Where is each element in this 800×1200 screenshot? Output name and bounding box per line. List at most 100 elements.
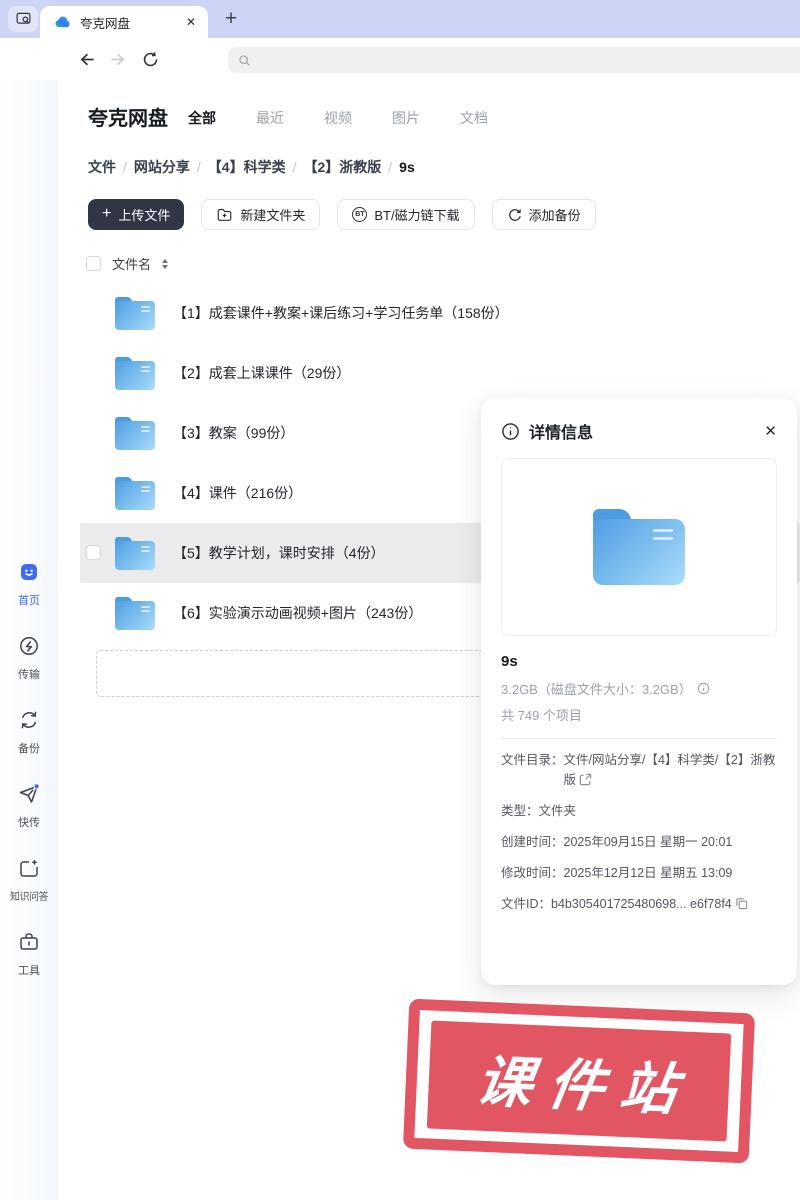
open-location-icon[interactable] [579, 773, 592, 786]
breadcrumb-separator: / [123, 159, 127, 175]
backup-sync-icon [21, 711, 37, 729]
tab-close-icon[interactable]: ✕ [186, 15, 196, 29]
folder-icon [115, 296, 155, 330]
breadcrumb-item[interactable]: 【4】科学类 [208, 157, 286, 177]
sidebar-item-quick-send[interactable]: 快传 [0, 782, 58, 830]
breadcrumb-separator: / [196, 159, 201, 175]
refresh-icon [143, 51, 157, 66]
details-panel: 详情信息 ✕ 9s 3.2GB（磁盘文件大小：3.2GB） 共 749 个项目 … [481, 398, 797, 985]
new-folder-button[interactable]: 新建文件夹 [201, 199, 321, 230]
sidebar-label: 快传 [18, 817, 40, 829]
folder-name: 【2】成套上课课件（29份） [173, 365, 351, 381]
paper-plane-icon [19, 783, 40, 803]
upload-file-button[interactable]: + 上传文件 [88, 199, 185, 230]
bt-label: BT/磁力链下载 [374, 208, 460, 223]
close-icon[interactable]: ✕ [764, 422, 777, 440]
bt-icon: BT [352, 207, 368, 222]
breadcrumb-item[interactable]: 文件 [88, 157, 116, 177]
sidebar-label: 备份 [18, 743, 40, 755]
new-tab-button[interactable]: + [216, 4, 246, 34]
copy-icon[interactable] [735, 897, 748, 910]
detail-created-row: 创建时间： 2025年09月15日 星期一 20:01 [501, 832, 777, 852]
tab-recent[interactable]: 最近 [256, 108, 284, 128]
upload-label: 上传文件 [118, 208, 171, 223]
tab-videos[interactable]: 视频 [324, 108, 352, 128]
size-text: 3.2GB（磁盘文件大小：3.2GB） [501, 682, 692, 697]
stamp-text: 课件站 [471, 1049, 697, 1122]
file-preview [501, 458, 777, 636]
divider [501, 738, 777, 739]
backup-circle-icon [508, 209, 521, 221]
path-value: 文件/网站分享/【4】科学类/【2】浙教版 [563, 753, 776, 787]
detail-type-row: 类型： 文件夹 [501, 801, 777, 821]
backup-label: 添加备份 [528, 208, 581, 223]
info-icon [502, 422, 519, 440]
breadcrumb-separator: / [292, 159, 297, 175]
add-backup-button[interactable]: 添加备份 [491, 199, 596, 230]
sidebar-item-tools[interactable]: 工具 [0, 930, 58, 978]
forward-arrow-icon [110, 53, 124, 65]
refresh-button[interactable] [140, 49, 160, 69]
details-panel-header: 详情信息 ✕ [501, 418, 777, 444]
details-title: 详情信息 [529, 425, 594, 442]
forward-button[interactable] [108, 49, 128, 69]
sidebar-label: 工具 [18, 965, 40, 977]
back-button[interactable] [76, 49, 96, 69]
sidebar-label: 首页 [18, 595, 40, 607]
folder-icon [115, 356, 155, 390]
tab-documents[interactable]: 文档 [460, 108, 488, 128]
select-all-checkbox[interactable] [86, 256, 101, 271]
created-value: 2025年09月15日 星期一 20:01 [563, 835, 733, 849]
breadcrumb-item[interactable]: 【2】浙教版 [303, 157, 381, 177]
home-icon [21, 564, 37, 580]
detail-modified-row: 修改时间： 2025年12月12日 星期五 13:09 [501, 863, 777, 883]
quark-logo-icon [55, 16, 70, 27]
breadcrumb-separator: / [388, 159, 393, 175]
breadcrumb-item[interactable]: 网站分享 [134, 157, 190, 177]
folder-row[interactable]: 【2】成套上课课件（29份） [80, 343, 800, 403]
search-icon [239, 54, 250, 66]
folder-name: 【4】课件（216份） [173, 485, 303, 501]
browser-tab-bar: 夸克网盘 ✕ + [0, 0, 800, 38]
toolbox-icon [20, 933, 38, 950]
folder-name: 【5】教学计划，课时安排（4份） [173, 545, 385, 561]
search-input[interactable] [258, 53, 800, 67]
sidebar-label: 知识问答 [10, 892, 49, 903]
type-label: 类型： [501, 804, 539, 818]
detail-path-row: 文件目录： 文件/网站分享/【4】科学类/【2】浙教版 [501, 750, 777, 790]
folder-row[interactable]: 【1】成套课件+教案+课后练习+学习任务单（158份） [80, 283, 800, 343]
sidebar-item-backup[interactable]: 备份 [0, 708, 58, 756]
stamp-fill: 课件站 [426, 1020, 732, 1142]
bt-magnet-download-button[interactable]: BT BT/磁力链下载 [337, 199, 475, 230]
modified-value: 2025年12月12日 星期五 13:09 [563, 866, 733, 880]
sidebar-item-transfer[interactable]: 传输 [0, 634, 58, 682]
detail-file-name: 9s [501, 653, 518, 670]
folder-icon [115, 536, 155, 570]
filter-tabs: 全部 最近 视频 图片 文档 [188, 108, 488, 128]
plus-icon: + [102, 205, 112, 222]
browser-tab[interactable]: 夸克网盘 ✕ [40, 6, 208, 38]
folder-name: 【3】教案（99份） [173, 425, 295, 441]
size-info-icon[interactable] [697, 682, 710, 695]
quark-drive-window: 夸克网盘 ✕ + 首页 传输 备份 快传 知识问答 工具 夸克网盘 全部 最近 … [0, 0, 800, 1200]
modified-label: 修改时间： [501, 866, 564, 880]
tab-all[interactable]: 全部 [188, 108, 216, 128]
address-search-bar[interactable] [228, 47, 800, 73]
row-checkbox[interactable] [86, 545, 101, 560]
sidebar-item-knowledge-qa[interactable]: 知识问答 [0, 856, 58, 903]
folder-name: 【1】成套课件+教案+课后练习+学习任务单（158份） [173, 305, 509, 321]
sidebar-item-home[interactable]: 首页 [0, 560, 58, 608]
sort-toggle[interactable] [162, 258, 169, 269]
app-sidebar: 首页 传输 备份 快传 知识问答 工具 [0, 80, 58, 1200]
page-title: 夸克网盘 [88, 108, 168, 130]
type-value: 文件夹 [538, 804, 577, 818]
tab-search-button[interactable] [8, 6, 38, 32]
back-arrow-icon [80, 53, 94, 65]
path-label: 文件目录： [501, 753, 564, 767]
breadcrumb-current: 9s [399, 159, 415, 175]
new-folder-label: 新建文件夹 [240, 208, 306, 223]
fileid-value: b4b305401725480698... e6f78f4 [551, 894, 777, 914]
tab-images[interactable]: 图片 [392, 108, 420, 128]
detail-item-count: 共 749 个项目 [501, 708, 582, 723]
transfer-icon [20, 637, 38, 655]
